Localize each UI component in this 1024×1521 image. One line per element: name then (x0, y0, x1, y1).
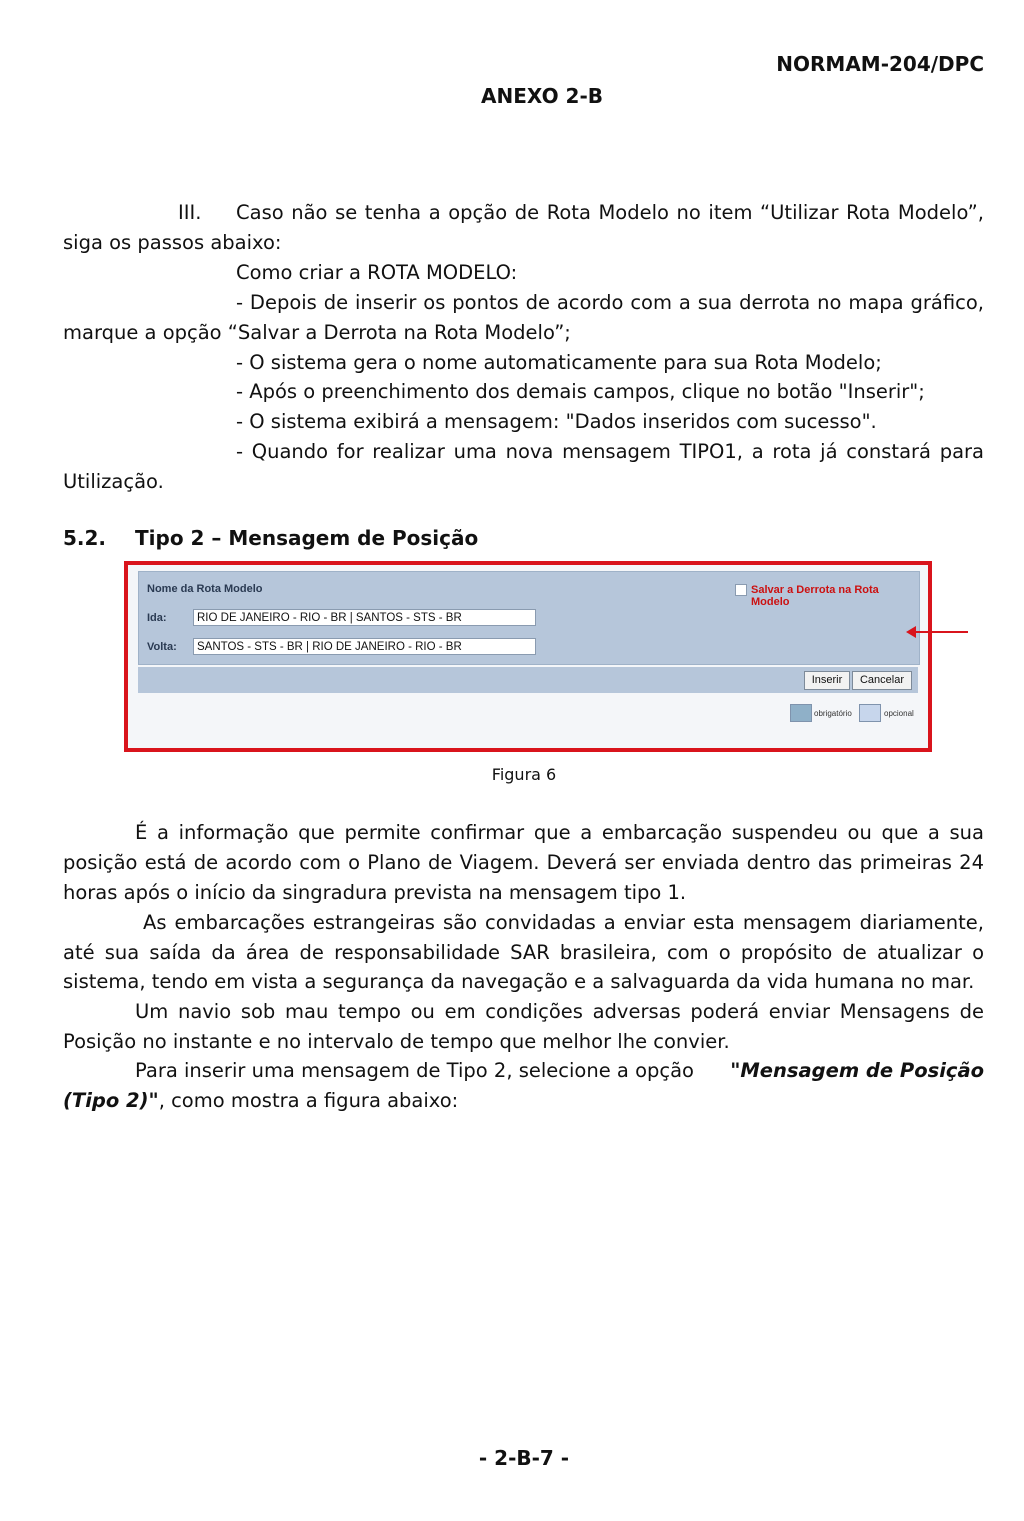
p4-tail-text: , como mostra a figura abaixo: (158, 1089, 459, 1112)
legend-required-label: obrigatório (814, 709, 852, 718)
section-title: Tipo 2 – Mensagem de Posição (135, 526, 479, 550)
legend-optional-label: opcional (884, 709, 914, 718)
save-route-checkbox[interactable] (735, 584, 747, 596)
step1-line-b: marque a opção “Salvar a Derrota na Rota… (63, 321, 571, 344)
route-model-panel: Nome da Rota Modelo Salvar a Derrota na … (138, 571, 920, 665)
ida-input[interactable]: RIO DE JANEIRO - RIO - BR | SANTOS - STS… (193, 609, 536, 626)
step5-line-b: Utilização. (63, 470, 164, 493)
button-bar: Inserir Cancelar (138, 667, 918, 693)
p4-line-b: (Tipo 2)", como mostra a figura abaixo: (63, 1086, 458, 1116)
step1-line-a: - Depois de inserir os pontos de acordo … (236, 291, 984, 314)
p3-line-a: Um navio sob mau tempo ou em condições a… (135, 1000, 984, 1023)
step3: - Após o preenchimento dos demais campos… (236, 380, 925, 403)
legend-required-swatch (790, 704, 812, 722)
doc-code: NORMAM-204/DPC (776, 52, 984, 76)
p4-line-a: Para inserir uma mensagem de Tipo 2, sel… (135, 1056, 984, 1086)
p2-line-a: As embarcações estrangeiras são convidad… (143, 911, 984, 934)
figure-caption: Figura 6 (491, 765, 557, 784)
section-iii-line2: siga os passos abaixo: (63, 231, 282, 254)
red-arrow-icon (906, 626, 916, 638)
step2: - O sistema gera o nome automaticamente … (236, 351, 882, 374)
figure-screenshot: Nome da Rota Modelo Salvar a Derrota na … (124, 561, 932, 752)
p4-option-name: "Mensagem de Posição (730, 1059, 984, 1082)
volta-input[interactable]: SANTOS - STS - BR | RIO DE JANEIRO - RIO… (193, 638, 536, 655)
step5-line-a: - Quando for realizar uma nova mensagem … (236, 440, 984, 463)
annex-title: ANEXO 2-B (480, 84, 603, 108)
insert-button[interactable]: Inserir (804, 671, 850, 690)
legend-optional-swatch (859, 704, 881, 722)
section-number: 5.2. (63, 526, 107, 550)
p2-line-b: até sua saída da área de responsabilidad… (63, 941, 984, 964)
page-number: - 2-B-7 - (478, 1446, 570, 1470)
red-arrow-line (914, 631, 968, 633)
section-iii-line1: Caso não se tenha a opção de Rota Modelo… (236, 201, 984, 224)
document-page: NORMAM-204/DPC ANEXO 2-B III. Caso não s… (0, 0, 1024, 1521)
p3-line-b: Posição no instante e no intervalo de te… (63, 1030, 730, 1053)
section-numeral: III. (178, 201, 202, 224)
volta-label: Volta: (147, 641, 177, 653)
panel-title: Nome da Rota Modelo (147, 583, 263, 595)
cancel-button[interactable]: Cancelar (852, 671, 912, 690)
p4-option-name-end: (Tipo 2)" (63, 1089, 159, 1112)
p1-line-c: horas após o início da singradura previs… (63, 881, 687, 904)
p4-plain-text: Para inserir uma mensagem de Tipo 2, sel… (135, 1059, 694, 1082)
p1-line-b: posição está de acordo com o Plano de Vi… (63, 851, 984, 874)
ida-label: Ida: (147, 612, 167, 624)
how-to-heading: Como criar a ROTA MODELO: (236, 261, 518, 284)
p2-line-c: sistema, tendo em vista a segurança da n… (63, 970, 975, 993)
step4: - O sistema exibirá a mensagem: "Dados i… (236, 410, 877, 433)
p1-line-a: É a informação que permite confirmar que… (135, 821, 984, 844)
save-route-label: Salvar a Derrota na Rota Modelo (751, 584, 879, 608)
